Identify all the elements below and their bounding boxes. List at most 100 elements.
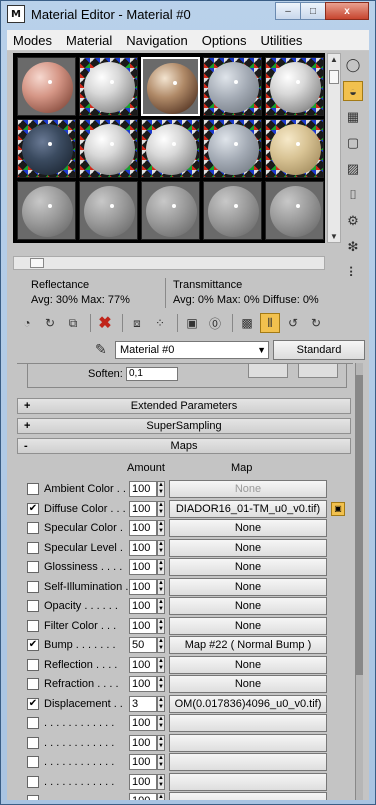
- lock-icon[interactable]: ▣: [331, 501, 345, 516]
- sample-slot[interactable]: [265, 119, 324, 178]
- go-forward-to-sibling-icon[interactable]: ↻: [306, 313, 326, 333]
- amount-spinner[interactable]: ▲▼: [157, 520, 165, 536]
- sample-type-icon[interactable]: ◯: [343, 55, 363, 75]
- sample-slot[interactable]: [79, 181, 138, 240]
- amount-spinner[interactable]: ▲▼: [157, 559, 165, 575]
- background-icon[interactable]: ▦: [343, 107, 363, 127]
- map-amount-input[interactable]: 100: [129, 500, 157, 517]
- map-enable-checkbox[interactable]: [27, 483, 39, 495]
- material-name-field[interactable]: Material #0 ▼: [115, 341, 269, 359]
- title-bar[interactable]: M Material Editor - Material #0 – □ x: [1, 1, 375, 29]
- chevron-down-icon[interactable]: ▼: [257, 342, 266, 358]
- amount-spinner[interactable]: ▲▼: [157, 481, 165, 497]
- material-id-channel-icon[interactable]: ⓪: [205, 313, 225, 333]
- sample-slot[interactable]: [17, 57, 76, 116]
- map-slot-button[interactable]: None: [169, 480, 327, 498]
- map-enable-checkbox[interactable]: [27, 736, 39, 749]
- map-amount-input[interactable]: 100: [129, 617, 157, 634]
- map-amount-input[interactable]: 100: [129, 520, 157, 536]
- show-shaded-material-icon[interactable]: ▩: [237, 313, 257, 333]
- amount-spinner[interactable]: ▲▼: [157, 773, 165, 790]
- amount-spinner[interactable]: ▲▼: [157, 734, 165, 751]
- map-enable-checkbox[interactable]: [27, 717, 39, 729]
- uv-tiling-icon[interactable]: ▢: [343, 133, 363, 153]
- make-unique-icon[interactable]: ⁘: [150, 313, 170, 333]
- scroll-thumb[interactable]: [356, 375, 363, 675]
- sample-slot[interactable]: [265, 181, 324, 240]
- eyedropper-icon[interactable]: ✎: [95, 341, 107, 358]
- map-amount-input[interactable]: 100: [129, 481, 157, 497]
- close-button[interactable]: x: [325, 2, 369, 20]
- backlight-icon[interactable]: ◒: [343, 81, 363, 101]
- map-slot-button[interactable]: None: [169, 538, 327, 557]
- map-amount-input[interactable]: 100: [129, 793, 157, 800]
- put-to-library-icon[interactable]: ▣: [182, 313, 202, 333]
- map-slot-button[interactable]: OM(0.017836)4096_u0_v0.tif): [169, 694, 327, 713]
- sample-slot[interactable]: [141, 57, 200, 116]
- map-slot-button[interactable]: [169, 792, 327, 800]
- show-end-result-icon[interactable]: ⫴: [260, 313, 280, 333]
- material-type-button[interactable]: Standard: [273, 340, 365, 360]
- map-slot-button[interactable]: [169, 714, 327, 732]
- map-amount-input[interactable]: 100: [129, 676, 157, 692]
- map-amount-input[interactable]: 100: [129, 773, 157, 790]
- scroll-thumb[interactable]: [329, 70, 339, 84]
- map-slot-button[interactable]: None: [169, 577, 327, 596]
- amount-spinner[interactable]: ▲▼: [157, 598, 165, 614]
- soften-input[interactable]: 0,1: [126, 367, 178, 381]
- map-enable-checkbox[interactable]: [27, 580, 39, 593]
- map-enable-checkbox[interactable]: [27, 795, 39, 800]
- map-slot-button[interactable]: DIADOR16_01-TM_u0_v0.tif): [169, 499, 327, 518]
- map-amount-input[interactable]: 100: [129, 598, 157, 614]
- menu-modes[interactable]: Modes: [7, 33, 60, 48]
- map-amount-input[interactable]: 100: [129, 734, 157, 751]
- slots-horizontal-scrollbar[interactable]: [13, 256, 325, 270]
- map-amount-input[interactable]: 100: [129, 754, 157, 770]
- map-amount-input[interactable]: 100: [129, 559, 157, 575]
- amount-spinner[interactable]: ▲▼: [157, 715, 165, 731]
- amount-spinner[interactable]: ▲▼: [157, 676, 165, 692]
- map-enable-checkbox[interactable]: [27, 541, 39, 554]
- video-color-check-icon[interactable]: ▨: [343, 159, 363, 179]
- map-amount-input[interactable]: 100: [129, 539, 157, 556]
- sample-slot[interactable]: [203, 119, 262, 178]
- map-amount-input[interactable]: 50: [129, 637, 157, 653]
- map-enable-checkbox[interactable]: [27, 619, 39, 632]
- map-slot-button[interactable]: [169, 753, 327, 771]
- map-slot-button[interactable]: None: [169, 558, 327, 576]
- amount-spinner[interactable]: ▲▼: [157, 578, 165, 595]
- reset-map-icon[interactable]: ✖: [95, 313, 115, 333]
- map-slot-button[interactable]: Map #22 ( Normal Bump ): [169, 636, 327, 654]
- amount-spinner[interactable]: ▲▼: [157, 637, 165, 653]
- map-enable-checkbox[interactable]: [27, 658, 39, 671]
- options-icon[interactable]: ⚙: [343, 211, 363, 231]
- map-enable-checkbox[interactable]: [27, 600, 39, 612]
- map-enable-checkbox[interactable]: [27, 522, 39, 534]
- map-enable-checkbox[interactable]: [27, 561, 39, 573]
- map-slot-button[interactable]: None: [169, 519, 327, 537]
- copy-material-icon[interactable]: ⧈: [127, 313, 147, 333]
- sample-slot[interactable]: [141, 119, 200, 178]
- rollout-extended-parameters[interactable]: + Extended Parameters: [17, 398, 351, 414]
- sample-slot[interactable]: [141, 181, 200, 240]
- map-amount-input[interactable]: 100: [129, 578, 157, 595]
- amount-spinner[interactable]: ▲▼: [157, 754, 165, 770]
- sample-slot[interactable]: [79, 119, 138, 178]
- rollout-maps[interactable]: - Maps: [17, 438, 351, 454]
- map-amount-input[interactable]: 100: [129, 715, 157, 731]
- amount-spinner[interactable]: ▲▼: [157, 539, 165, 556]
- map-amount-input[interactable]: 3: [129, 695, 157, 712]
- amount-spinner[interactable]: ▲▼: [157, 695, 165, 712]
- map-enable-checkbox[interactable]: ✔: [27, 697, 39, 710]
- scroll-down-icon[interactable]: ▼: [330, 232, 338, 241]
- map-enable-checkbox[interactable]: [27, 756, 39, 768]
- sample-slot[interactable]: [203, 181, 262, 240]
- map-enable-checkbox[interactable]: ✔: [27, 639, 39, 651]
- menu-options[interactable]: Options: [196, 33, 255, 48]
- minimize-button[interactable]: –: [275, 2, 301, 20]
- menu-utilities[interactable]: Utilities: [255, 33, 311, 48]
- amount-spinner[interactable]: ▲▼: [157, 793, 165, 800]
- sample-slot[interactable]: [265, 57, 324, 116]
- app-icon[interactable]: M: [7, 5, 25, 23]
- map-amount-input[interactable]: 100: [129, 656, 157, 673]
